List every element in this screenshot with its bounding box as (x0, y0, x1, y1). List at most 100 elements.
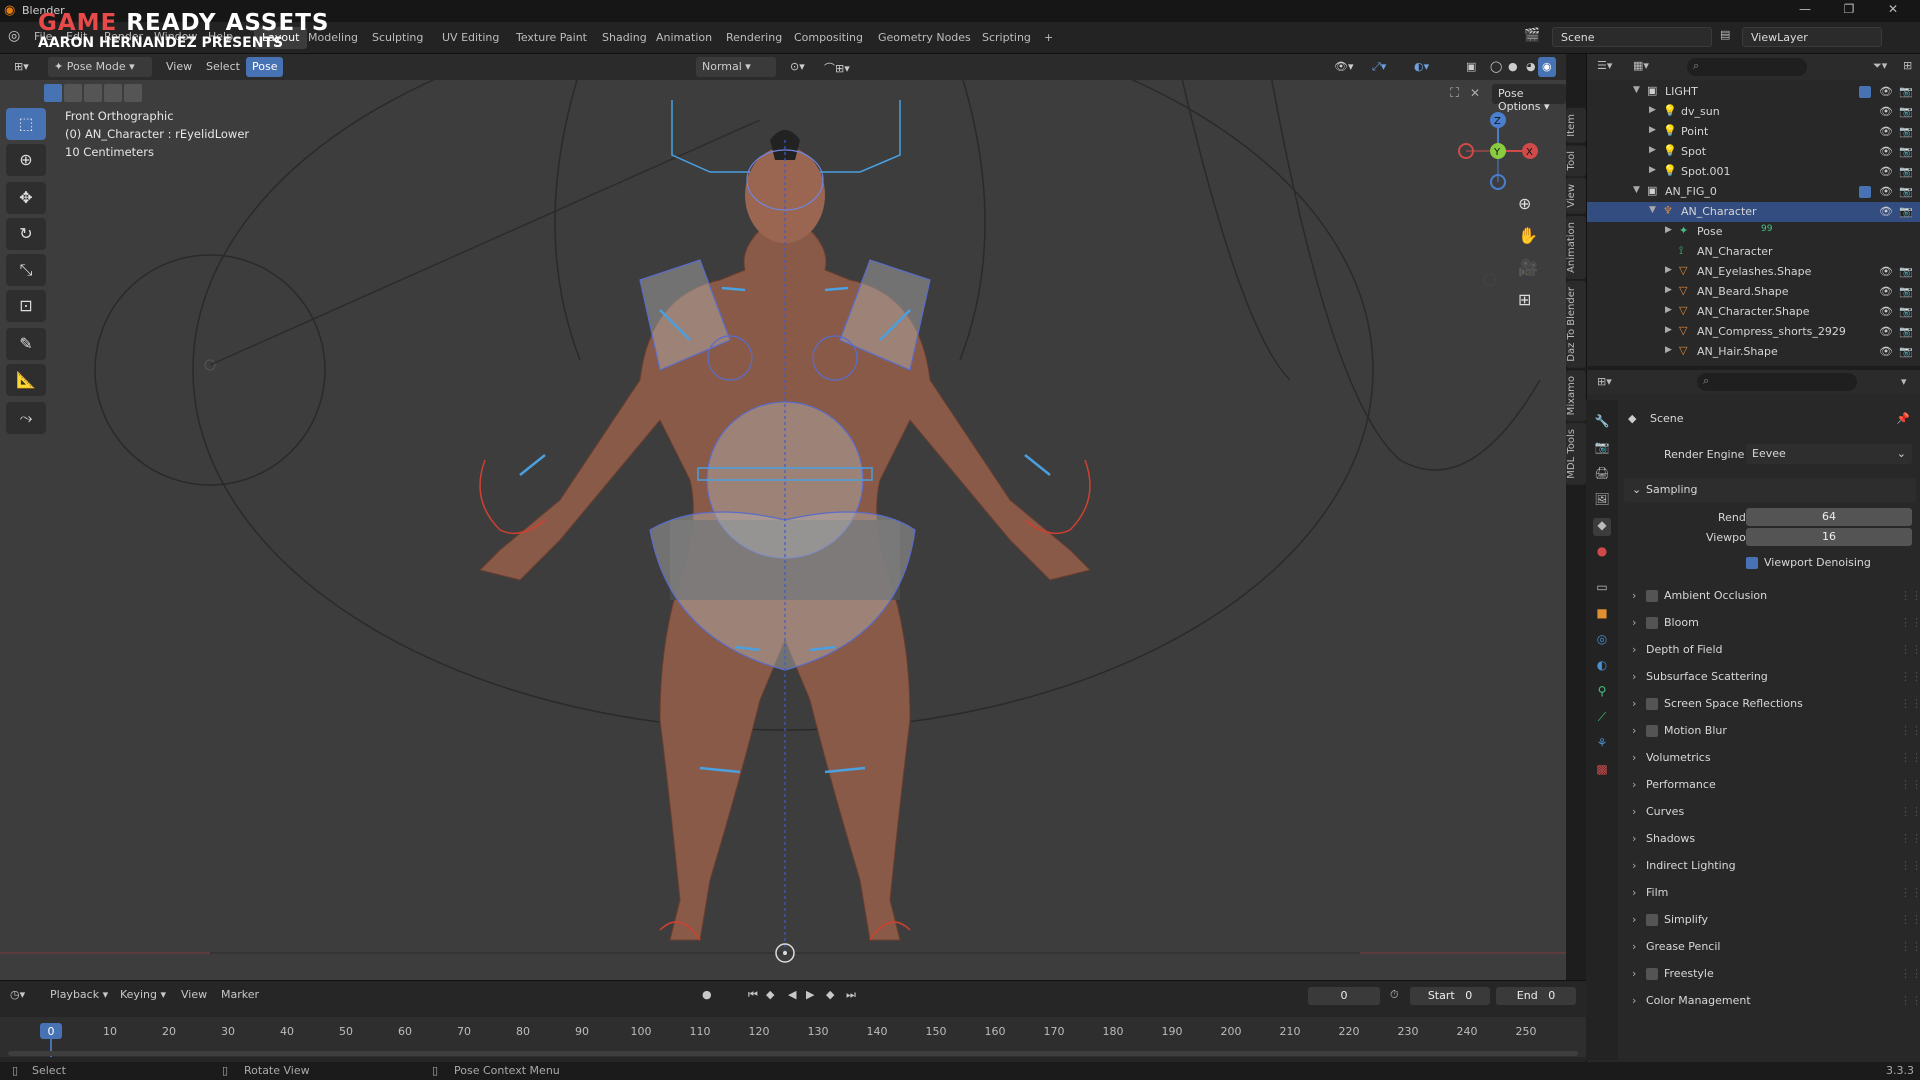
outliner-editor-icon[interactable]: ☰▾ (1597, 59, 1612, 72)
panel-enable-checkbox[interactable] (1646, 590, 1658, 602)
close-icon[interactable]: ✕ (1878, 2, 1908, 20)
tab-sculpting[interactable]: Sculpting (364, 27, 431, 49)
camera-icon[interactable]: 📷 (1899, 165, 1913, 178)
modifier-tab-icon[interactable]: ◎ (1593, 632, 1611, 650)
tab-mixamo[interactable]: Mixamo (1566, 369, 1586, 421)
pivot-icon[interactable]: ⊙▾ (784, 57, 811, 77)
armature-data-tab-icon[interactable]: ⚲ (1593, 684, 1611, 702)
prev-keyframe-icon[interactable]: ◆ (766, 988, 774, 1001)
drag-handle-icon[interactable]: ⋮⋮ (1900, 751, 1920, 764)
jump-start-icon[interactable]: ⏮ (748, 988, 758, 1002)
snap-icon[interactable]: ⌒⊞▾ (818, 57, 856, 77)
drag-handle-icon[interactable]: ⋮⋮ (1900, 913, 1920, 926)
menu-playback[interactable]: Playback ▾ (50, 988, 108, 1001)
eye-icon[interactable]: 👁 (1879, 105, 1893, 118)
cursor-icon[interactable]: ⊕ (6, 144, 46, 176)
rendered-shading-icon[interactable]: ◉ (1538, 57, 1556, 77)
exclude-checkbox[interactable] (1859, 86, 1871, 98)
eye-icon[interactable]: 👁 (1879, 265, 1893, 278)
physics-tab-icon[interactable]: ◐ (1593, 658, 1611, 676)
panel-volumetrics[interactable]: › Volumetrics ⋮⋮ (1624, 746, 1920, 772)
panel-curves[interactable]: › Curves ⋮⋮ (1624, 800, 1920, 826)
drag-handle-icon[interactable]: ⋮⋮ (1900, 778, 1920, 791)
eye-icon[interactable]: 👁 (1879, 145, 1893, 158)
play-icon[interactable]: ▶ (806, 988, 814, 1001)
tab-view[interactable]: View (1566, 178, 1586, 214)
outliner-row[interactable]: ▶ ▽ AN_Character.Shape 👁 📷 (1587, 302, 1920, 322)
drag-handle-icon[interactable]: ⋮⋮ (1900, 859, 1920, 872)
restore-icon[interactable]: ❐ (1834, 2, 1864, 20)
eye-icon[interactable]: 👁 (1879, 125, 1893, 138)
menu-view[interactable]: View (160, 57, 198, 77)
camera-icon[interactable]: 📷 (1899, 125, 1913, 138)
stopwatch-icon[interactable]: ⏱ (1390, 988, 1399, 1002)
world-tab-icon[interactable]: ● (1593, 544, 1611, 562)
camera-icon[interactable]: 📷 (1899, 265, 1913, 278)
camera-icon[interactable]: 📷 (1899, 345, 1913, 358)
view-layer-tab-icon[interactable]: 🖼 (1593, 492, 1611, 510)
measure-icon[interactable]: 📐 (6, 364, 46, 396)
viewport-samples-field[interactable]: 16 (1746, 528, 1912, 546)
gizmo-settings-icon[interactable]: ⛶ (1450, 86, 1459, 101)
eye-icon[interactable]: 👁 (1879, 325, 1893, 338)
record-icon[interactable]: ● (702, 988, 712, 1001)
mode-selector[interactable]: ✦ Pose Mode ▾ (48, 57, 152, 77)
render-tab-icon[interactable]: 📷 (1593, 440, 1611, 458)
bone-constraint-tab-icon[interactable]: ⚘ (1593, 736, 1611, 754)
current-frame-field[interactable]: 0 (1308, 987, 1380, 1005)
drag-handle-icon[interactable]: ⋮⋮ (1900, 697, 1920, 710)
camera-icon[interactable]: 📷 (1899, 325, 1913, 338)
outliner-row[interactable]: ⟟ AN_Character (1587, 242, 1920, 262)
eye-icon[interactable]: 👁 (1879, 165, 1893, 178)
panel-performance[interactable]: › Performance ⋮⋮ (1624, 773, 1920, 799)
collection-tab-icon[interactable]: ▭ (1593, 580, 1611, 598)
panel-enable-checkbox[interactable] (1646, 725, 1658, 737)
tab-shading[interactable]: Shading (594, 27, 655, 49)
drag-handle-icon[interactable]: ⋮⋮ (1900, 886, 1920, 899)
select-invert-icon[interactable] (104, 84, 122, 102)
camera-icon[interactable]: 📷 (1899, 85, 1913, 98)
start-frame-field[interactable]: Start 0 (1410, 987, 1490, 1005)
tab-mdl-tools[interactable]: MDL Tools (1566, 422, 1586, 485)
panel-enable-checkbox[interactable] (1646, 914, 1658, 926)
tool-tab-icon[interactable]: 🔧 (1593, 414, 1611, 432)
camera-icon[interactable]: 📷 (1899, 285, 1913, 298)
outliner-search-input[interactable]: ⌕ (1687, 58, 1807, 76)
drag-handle-icon[interactable]: ⋮⋮ (1900, 643, 1920, 656)
view-layer-selector[interactable]: ViewLayer (1742, 27, 1882, 47)
move-icon[interactable]: ✥ (6, 182, 46, 214)
bone-roll-icon[interactable]: ⤳ (6, 402, 46, 434)
visibility-icon[interactable]: 👁▾ (1328, 57, 1360, 77)
eye-icon[interactable]: 👁 (1879, 305, 1893, 318)
disclosure-triangle-icon[interactable]: ▶ (1665, 265, 1672, 275)
tab-geometry-nodes[interactable]: Geometry Nodes (870, 27, 979, 49)
drag-handle-icon[interactable]: ⋮⋮ (1900, 940, 1920, 953)
drag-handle-icon[interactable]: ⋮⋮ (1900, 832, 1920, 845)
end-frame-field[interactable]: End 0 (1496, 987, 1576, 1005)
panel-enable-checkbox[interactable] (1646, 617, 1658, 629)
jump-end-icon[interactable]: ⏭ (846, 988, 856, 1002)
menu-marker[interactable]: Marker (221, 988, 259, 1001)
editor-type-icon[interactable]: ⊞▾ (8, 57, 35, 77)
disclosure-triangle-icon[interactable]: ▶ (1665, 345, 1672, 355)
scale-icon[interactable]: ⤡ (6, 254, 46, 286)
tab-uv-editing[interactable]: UV Editing (434, 27, 507, 49)
drag-handle-icon[interactable]: ⋮⋮ (1900, 589, 1920, 602)
select-new-icon[interactable] (44, 84, 62, 102)
panel-sampling[interactable]: ⌄ Sampling (1624, 478, 1916, 502)
disclosure-triangle-icon[interactable]: ▶ (1649, 125, 1656, 135)
timeline-scrollbar[interactable] (8, 1051, 1578, 1056)
add-workspace-button[interactable]: + (1036, 27, 1061, 49)
outliner-row[interactable]: ▶ ▽ AN_Hair.Shape 👁 📷 (1587, 342, 1920, 362)
render-engine-select[interactable]: Eevee ⌄ (1746, 444, 1912, 464)
disclosure-triangle-icon[interactable]: ▶ (1665, 305, 1672, 315)
menu-pose[interactable]: Pose (246, 57, 284, 77)
outliner-row[interactable]: ▶ 💡 Point 👁 📷 (1587, 122, 1920, 142)
filter-icon[interactable]: ⏷▾ (1873, 59, 1887, 73)
texture-tab-icon[interactable]: ▩ (1593, 762, 1611, 780)
drag-handle-icon[interactable]: ⋮⋮ (1900, 805, 1920, 818)
panel-enable-checkbox[interactable] (1646, 698, 1658, 710)
disclosure-triangle-icon[interactable]: ▶ (1649, 105, 1656, 115)
panel-color-management[interactable]: › Color Management ⋮⋮ (1624, 989, 1920, 1015)
properties-search-input[interactable]: ⌕ (1697, 373, 1857, 391)
